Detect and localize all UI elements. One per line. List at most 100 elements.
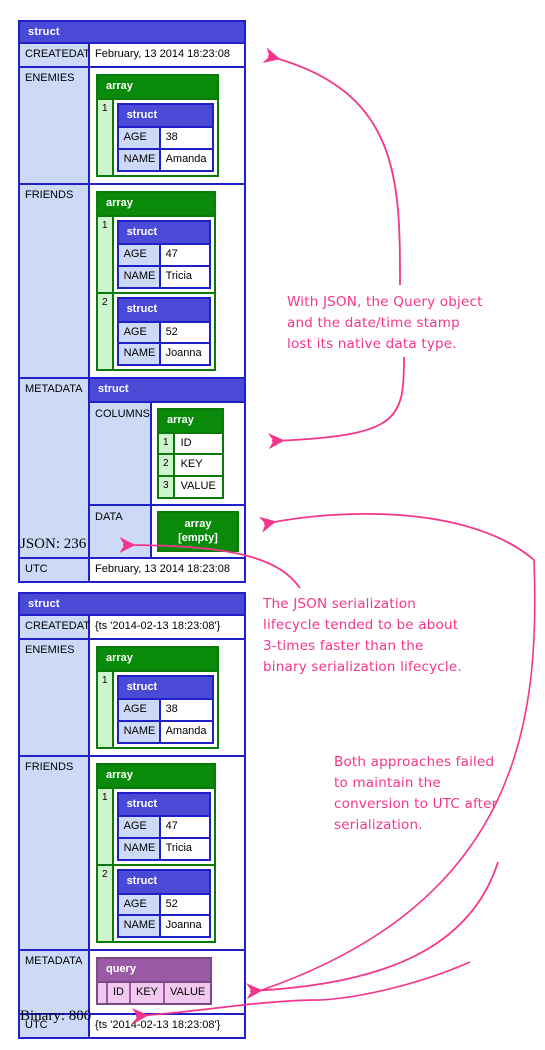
field-value: Amanda [160,722,212,742]
field-value-data: array [empty] [152,505,244,558]
field-row: NAME Tricia [118,839,209,859]
list-item: 1 struct AGE 47 NAME Tricia [98,788,214,866]
annotation-note-json-types: With JSON, the Query object and the date… [287,294,483,352]
table-row: CREATEDAT February, 13 2014 18:23:08 [20,44,244,68]
row-key-enemies: ENEMIES [20,639,90,755]
field-row: AGE 38 [118,128,212,150]
field-key-data: DATA [90,505,152,558]
arrow-path-binary-tail [319,961,471,1001]
field-value: 52 [160,894,209,915]
table-row: METADATA struct COLUMNS array 1 ID 2 KEY… [20,379,244,560]
row-key-createdat: CREATEDAT [20,616,90,638]
table-row: ENEMIES array 1 struct AGE 38 NAME Amand… [20,639,244,757]
array-value: ID [174,433,222,454]
json-root-struct-header: struct [20,22,244,44]
json-dump-table: struct CREATEDAT February, 13 2014 18:23… [18,20,246,583]
field-value: 52 [160,322,209,343]
field-key: NAME [118,722,161,742]
array-item-body: struct AGE 47 NAME Tricia [113,216,214,292]
array-header: array [98,192,214,217]
field-row: COLUMNS array 1 ID 2 KEY 3 VALUE [90,402,244,506]
array-header: array [98,75,217,100]
query-header: query [98,959,211,983]
field-key: AGE [118,817,161,837]
field-key: NAME [118,344,161,364]
array-index: 1 [98,671,114,747]
table-row: CREATEDAT {ts '2014-02-13 18:23:08'} [20,616,244,640]
field-key: NAME [118,916,161,936]
field-value: 47 [160,245,209,265]
array-index: 2 [159,455,175,475]
inner-struct: struct AGE 52 NAME Joanna [116,868,211,938]
field-row: NAME Amanda [118,722,212,742]
row-value-metadata: query ID KEY VALUE [90,951,244,1014]
inner-struct-header: struct [118,793,209,818]
list-item: 1 struct AGE 38 NAME Amanda [98,671,217,747]
enemies-array: array 1 struct AGE 38 NAME Amanda [96,645,219,749]
inner-struct-header: struct [118,298,209,323]
field-row: AGE 38 [118,700,212,722]
binary-dump-table: struct CREATEDAT {ts '2014-02-13 18:23:0… [18,592,246,1039]
array-header: array [98,647,217,672]
table-row: ENEMIES array 1 struct AGE 38 NAME Amand… [20,67,244,185]
field-value: 38 [160,128,209,148]
inner-struct-header: struct [118,870,209,895]
array-value: KEY [174,455,222,475]
row-key-friends: FRIENDS [20,184,90,377]
field-key: NAME [118,839,161,859]
metadata-struct-header: struct [90,379,244,403]
field-key: AGE [118,894,161,915]
row-value-enemies: array 1 struct AGE 38 NAME Amanda [90,639,244,755]
field-key: AGE [118,245,161,265]
field-row: AGE 52 [118,894,209,917]
table-row: FRIENDS array 1 struct AGE 47 NAME Trici… [20,184,244,379]
field-row: NAME Tricia [118,267,209,287]
query-column-header: KEY [131,982,166,1003]
empty-array-badge: array [empty] [157,510,239,553]
field-key: NAME [118,267,161,287]
columns-array: array 1 ID 2 KEY 3 VALUE [157,407,224,499]
field-value: Tricia [160,839,209,859]
arrow-to-createdat-json [262,47,401,286]
field-row: NAME Joanna [118,344,209,364]
query-column-header: VALUE [165,982,211,1003]
inner-struct: struct AGE 47 NAME Tricia [116,219,211,289]
row-key-utc: UTC [20,559,90,581]
inner-struct-header: struct [118,676,212,701]
field-value-columns: array 1 ID 2 KEY 3 VALUE [152,402,244,504]
array-value: VALUE [174,477,222,497]
field-key-columns: COLUMNS [90,402,152,504]
friends-array: array 1 struct AGE 47 NAME Tricia 2 stru… [96,190,216,371]
row-value-enemies: array 1 struct AGE 38 NAME Amanda [90,67,244,183]
array-item-body: struct AGE 52 NAME Joanna [113,865,214,941]
list-item: 2 KEY [159,455,222,477]
array-item-body: struct AGE 38 NAME Amanda [113,99,217,175]
field-row: AGE 47 [118,245,209,267]
inner-struct: struct AGE 38 NAME Amanda [116,674,214,744]
inner-struct: struct AGE 38 NAME Amanda [116,102,214,172]
field-value: Joanna [160,344,209,364]
inner-struct-header: struct [118,104,212,129]
array-header: array [159,409,222,434]
array-index: 2 [98,865,114,941]
inner-struct: struct AGE 47 NAME Tricia [116,791,211,861]
list-item: 2 struct AGE 52 NAME Joanna [98,293,214,369]
annotation-note-serialization-speed: The JSON serialization lifecycle tended … [263,596,462,675]
list-item: 3 VALUE [159,477,222,497]
array-index: 1 [159,433,175,454]
annotation-note-utc-conversion: Both approaches failed to maintain the c… [334,754,498,833]
table-row: METADATA query ID KEY VALUE [20,951,244,1016]
query-row-gutter [98,982,108,1003]
row-key-enemies: ENEMIES [20,67,90,183]
row-value-friends: array 1 struct AGE 47 NAME Tricia 2 stru… [90,184,244,377]
inner-struct-header: struct [118,221,209,246]
array-item-body: struct AGE 47 NAME Tricia [113,788,214,864]
inner-struct: struct AGE 52 NAME Joanna [116,296,211,366]
table-row: UTC February, 13 2014 18:23:08 [20,559,244,581]
field-row: NAME Amanda [118,150,212,170]
row-value-createdat: February, 13 2014 18:23:08 [90,44,244,66]
table-row: FRIENDS array 1 struct AGE 47 NAME Trici… [20,756,244,951]
query-columns-row: ID KEY VALUE [98,982,211,1003]
field-row: DATA array [empty] [90,505,244,558]
json-size-caption: JSON: 236 [20,536,87,552]
